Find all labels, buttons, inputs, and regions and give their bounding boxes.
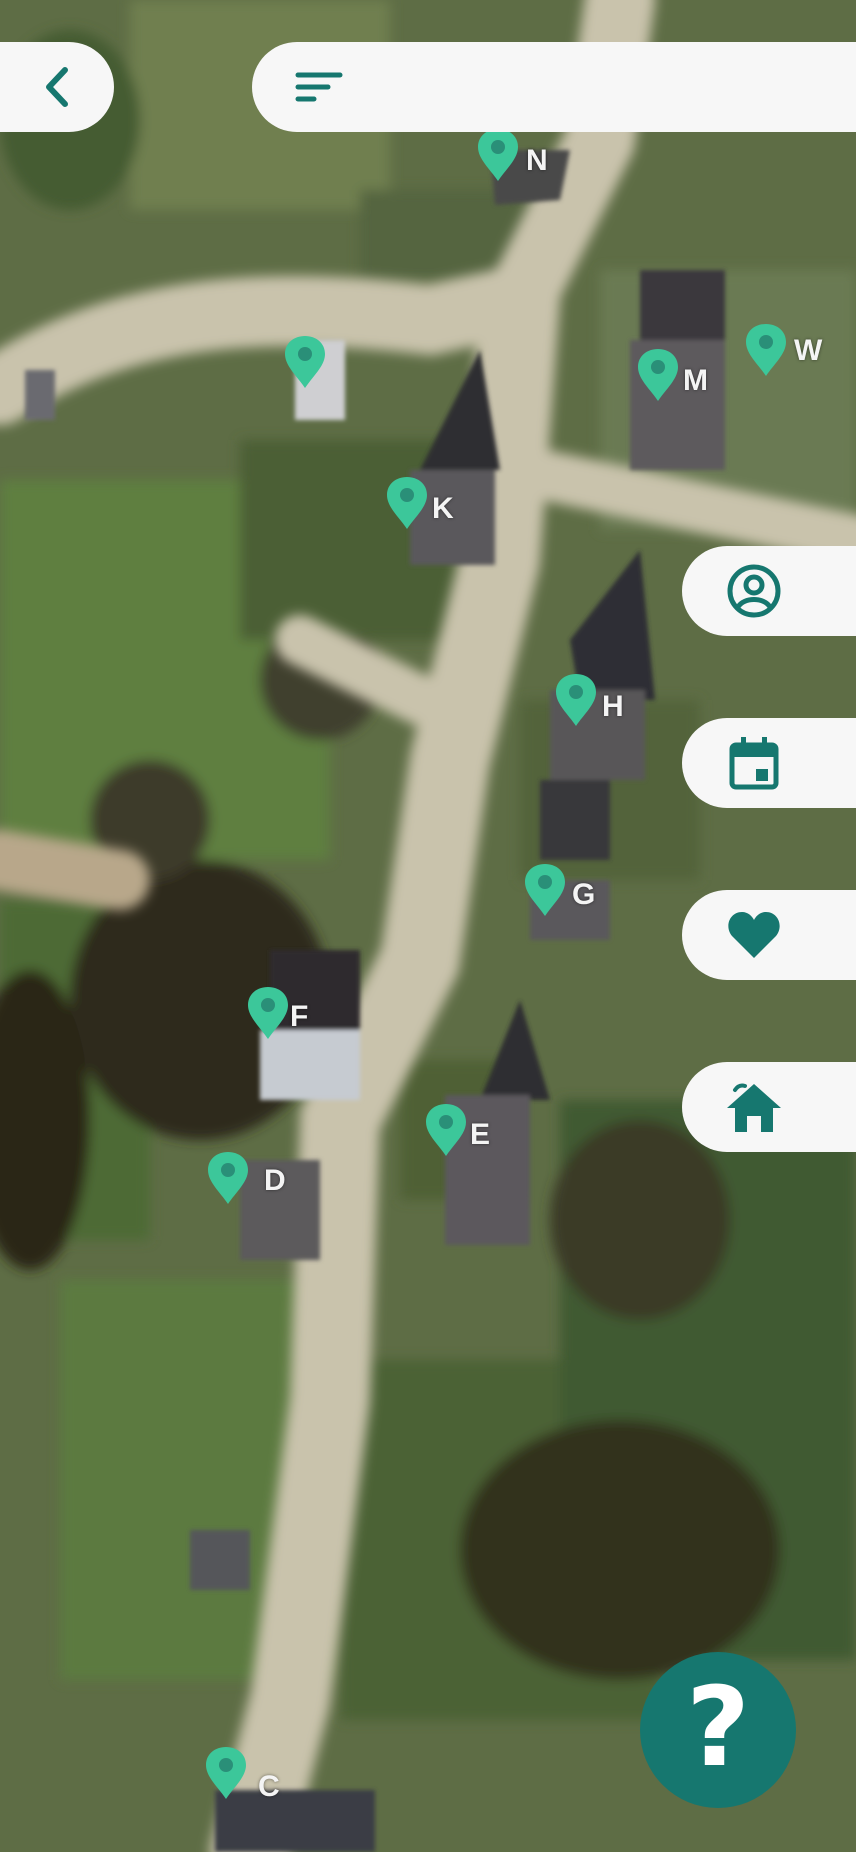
filter-icon: [295, 72, 343, 102]
map-pin-icon: [746, 324, 786, 376]
map-marker[interactable]: [385, 475, 429, 531]
map-pin-icon: [478, 129, 518, 181]
map-pin-icon: [206, 1747, 246, 1799]
map-pin-icon: [525, 864, 565, 916]
calendar-button[interactable]: [682, 718, 856, 808]
map-marker[interactable]: [204, 1745, 248, 1801]
favorites-button[interactable]: [682, 890, 856, 980]
help-label: ?: [686, 1663, 750, 1791]
map-marker[interactable]: [523, 862, 567, 918]
profile-button[interactable]: [682, 546, 856, 636]
marker-label: C: [258, 1770, 280, 1803]
chevron-left-icon: [46, 67, 68, 107]
map-pin-icon: [208, 1152, 248, 1204]
map-pin-icon: [248, 987, 288, 1039]
map-pin-icon: [638, 349, 678, 401]
search-bar: [252, 42, 856, 132]
marker-label: W: [794, 334, 823, 367]
home-button[interactable]: [682, 1062, 856, 1152]
map-marker[interactable]: [554, 672, 598, 728]
map-pin-icon: [387, 477, 427, 529]
marker-label: H: [602, 690, 624, 723]
heart-icon: [728, 912, 780, 958]
map-marker[interactable]: [206, 1150, 250, 1206]
marker-label: D: [264, 1164, 286, 1197]
marker-label: N: [526, 144, 548, 177]
map-pin-icon: [426, 1104, 466, 1156]
help-button[interactable]: ?: [640, 1652, 796, 1808]
marker-label: K: [432, 492, 454, 525]
map-marker[interactable]: [424, 1102, 468, 1158]
map-marker[interactable]: [246, 985, 290, 1041]
map-marker[interactable]: [283, 334, 327, 390]
map-marker[interactable]: [744, 322, 788, 378]
back-button[interactable]: [0, 42, 114, 132]
marker-label: F: [290, 1000, 309, 1033]
account-circle-icon: [727, 564, 781, 618]
map-pin-icon: [556, 674, 596, 726]
filter-button[interactable]: [294, 61, 346, 113]
home-icon: [727, 1083, 781, 1132]
search-input[interactable]: [362, 56, 856, 118]
marker-label: G: [572, 878, 596, 911]
calendar-icon: [729, 737, 779, 790]
map-pin-icon: [285, 336, 325, 388]
marker-label: M: [683, 364, 708, 397]
map-marker[interactable]: [476, 127, 520, 183]
map-marker[interactable]: [636, 347, 680, 403]
marker-label: E: [470, 1118, 491, 1151]
